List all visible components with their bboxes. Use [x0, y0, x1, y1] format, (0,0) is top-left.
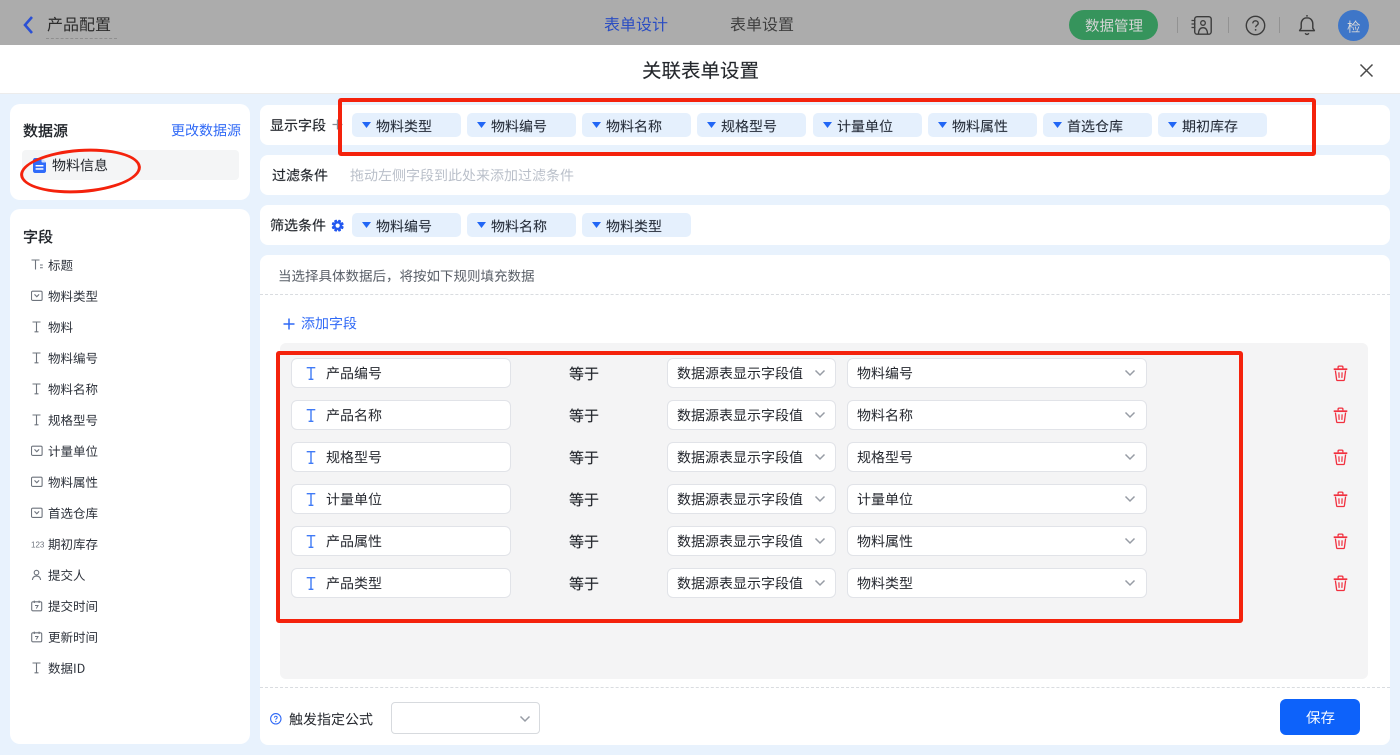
svg-text:123: 123	[31, 541, 44, 550]
